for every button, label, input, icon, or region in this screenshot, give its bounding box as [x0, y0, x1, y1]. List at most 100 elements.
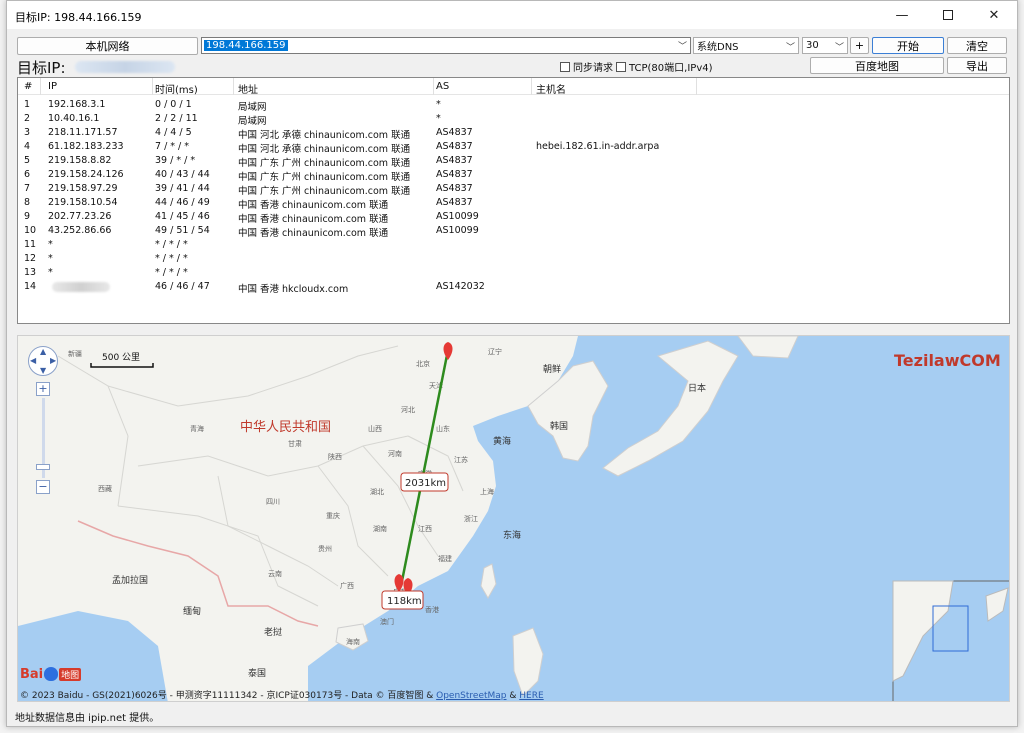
sync-request-label: 同步请求	[573, 63, 613, 74]
openstreetmap-link[interactable]: OpenStreetMap	[436, 691, 506, 701]
dns-select[interactable]: 系统DNS ﹀	[693, 37, 799, 54]
column-header-as[interactable]: AS	[436, 81, 449, 92]
copyright-text: © 2023 Baidu - GS(2021)6026号 - 甲测资字11111…	[20, 691, 437, 701]
label-qinghai: 青海	[190, 424, 204, 433]
cell-index: 9	[24, 211, 31, 222]
export-button[interactable]: 导出	[947, 57, 1007, 74]
here-link[interactable]: HERE	[519, 691, 543, 701]
column-divider[interactable]	[531, 78, 532, 95]
pan-up-icon[interactable]: ▲	[40, 347, 46, 356]
add-button[interactable]: +	[850, 37, 869, 54]
cell-as: AS4837	[436, 155, 473, 166]
table-row[interactable]: 5 219.158.8.82 39 / * / * 中国 广东 广州 chinauni…	[18, 154, 1009, 169]
column-divider[interactable]	[40, 78, 41, 95]
close-button[interactable]: ✕	[971, 1, 1017, 29]
label-gansu: 甘肃	[288, 439, 302, 448]
label-yunnan: 云南	[268, 569, 282, 578]
column-header-time[interactable]: 时间(ms)	[155, 81, 198, 96]
column-divider[interactable]	[233, 78, 234, 95]
target-ip-input[interactable]: 198.44.166.159 ﹀	[201, 37, 691, 54]
cell-as: AS4837	[436, 197, 473, 208]
label-chongqing: 重庆	[326, 511, 340, 520]
overview-minimap[interactable]	[892, 580, 1010, 702]
tcp-checkbox[interactable]: TCP(80端口,IPv4)	[616, 59, 713, 74]
sync-request-checkbox[interactable]: 同步请求	[560, 59, 613, 74]
baidu-logo-suffix: 地图	[59, 667, 82, 681]
map-canvas[interactable]: 新疆 青海 甘肃 西藏 四川 陕西 山西 河北 北京 天津 辽宁 山东 河南 湖…	[18, 336, 1010, 702]
marker-beijing[interactable]	[443, 342, 453, 360]
table-row[interactable]: 4 61.182.183.233 7 / * / * 中国 河北 承德 chinaun…	[18, 140, 1009, 155]
cell-address: 中国 河北 承德 chinaunicom.com 联通	[238, 144, 411, 155]
cell-time: * / * / *	[155, 253, 188, 264]
table-row[interactable]: 6 219.158.24.126 40 / 43 / 44 中国 广东 广州 chin…	[18, 168, 1009, 183]
cell-as: AS10099	[436, 211, 479, 222]
table-row[interactable]: 11 * * / * / *	[18, 238, 1009, 252]
table-row[interactable]: 3 218.11.171.57 4 / 4 / 5 中国 河北 承德 chinauni…	[18, 126, 1009, 141]
table-row[interactable]: 2 10.40.16.1 2 / 2 / 11 局域网 *	[18, 112, 1009, 127]
pan-left-icon[interactable]: ◀	[30, 356, 36, 365]
label-bangladesh: 孟加拉国	[112, 574, 148, 586]
checkbox-icon	[616, 61, 626, 72]
table-row[interactable]: 12 * * / * / *	[18, 252, 1009, 266]
chevron-down-icon[interactable]: ﹀	[678, 39, 687, 52]
cell-ip: 219.158.97.29	[48, 183, 118, 194]
cell-ip: 10.40.16.1	[48, 113, 100, 124]
cell-time: * / * / *	[155, 267, 188, 278]
route-line	[399, 349, 450, 587]
maximize-button[interactable]	[925, 1, 971, 29]
scale-bar	[90, 363, 154, 368]
pan-right-icon[interactable]: ▶	[50, 356, 56, 365]
local-network-button[interactable]: 本机网络	[17, 37, 198, 55]
baidu-map[interactable]: 新疆 青海 甘肃 西藏 四川 陕西 山西 河北 北京 天津 辽宁 山东 河南 湖…	[17, 335, 1010, 702]
distance-label-1: 2031km	[400, 472, 449, 492]
cell-as: *	[436, 113, 441, 124]
cell-index: 10	[24, 225, 37, 236]
clear-button[interactable]: 清空	[947, 37, 1007, 54]
baidu-map-button[interactable]: 百度地图	[810, 57, 944, 74]
cell-as: AS4837	[436, 127, 473, 138]
table-row[interactable]: 7 219.158.97.29 39 / 41 / 44 中国 广东 广州 china…	[18, 182, 1009, 197]
column-divider[interactable]	[433, 78, 434, 95]
cell-ip: 218.11.171.57	[48, 127, 118, 138]
column-header-hostname[interactable]: 主机名	[536, 81, 566, 96]
column-header-ip[interactable]: IP	[48, 81, 57, 92]
zoom-out-button[interactable]: −	[36, 480, 50, 494]
label-xizang: 西藏	[98, 484, 112, 493]
label-zhejiang: 浙江	[464, 514, 478, 523]
zoom-in-button[interactable]: +	[36, 382, 50, 396]
label-south-korea: 韩国	[550, 420, 568, 432]
cell-address: 中国 广东 广州 chinaunicom.com 联通	[238, 158, 411, 169]
minimize-button[interactable]: —	[879, 1, 925, 29]
cell-ip: 61.182.183.233	[48, 141, 124, 152]
cell-as: *	[436, 99, 441, 110]
label-fujian: 福建	[438, 554, 452, 563]
pan-control[interactable]: ▲ ▼ ◀ ▶	[28, 346, 58, 376]
cell-address: 中国 香港 chinaunicom.com 联通	[238, 228, 389, 239]
column-header-address[interactable]: 地址	[238, 81, 258, 96]
label-shanxi: 山西	[368, 424, 382, 433]
pan-down-icon[interactable]: ▼	[40, 366, 46, 375]
map-copyright: © 2023 Baidu - GS(2021)6026号 - 甲测资字11111…	[20, 688, 544, 701]
label-hongkong: 香港	[425, 605, 439, 614]
zoom-slider-handle[interactable]	[36, 464, 50, 470]
cell-index: 7	[24, 183, 31, 194]
cell-address: 中国 香港 chinaunicom.com 联通	[238, 214, 389, 225]
hop-count-select[interactable]: 30 ﹀	[802, 37, 848, 54]
label-hainan: 海南	[346, 637, 360, 646]
column-divider[interactable]	[152, 78, 153, 95]
table-row[interactable]: 9 202.77.23.26 41 / 45 / 46 中国 香港 chinaunic…	[18, 210, 1009, 225]
table-row[interactable]: 1 192.168.3.1 0 / 0 / 1 局域网 *	[18, 98, 1009, 113]
cell-index: 2	[24, 113, 31, 124]
copyright-amp: &	[506, 691, 520, 701]
table-row[interactable]: 8 219.158.10.54 44 / 46 / 49 中国 香港 chinauni…	[18, 196, 1009, 211]
title-bar: 目标IP: 198.44.166.159 — ✕	[7, 1, 1017, 29]
table-row[interactable]: 14 46 / 46 / 47 中国 香港 hkcloudx.com AS142032	[18, 280, 1009, 295]
label-myanmar: 缅甸	[183, 605, 201, 617]
table-row[interactable]: 10 43.252.86.66 49 / 51 / 54 中国 香港 chinauni…	[18, 224, 1009, 239]
table-row[interactable]: 13 * * / * / *	[18, 266, 1009, 280]
target-ip-link[interactable]	[75, 61, 175, 73]
start-button[interactable]: 开始	[872, 37, 944, 54]
column-divider[interactable]	[696, 78, 697, 95]
label-sichuan: 四川	[266, 498, 280, 506]
column-header-index[interactable]: #	[24, 81, 32, 92]
